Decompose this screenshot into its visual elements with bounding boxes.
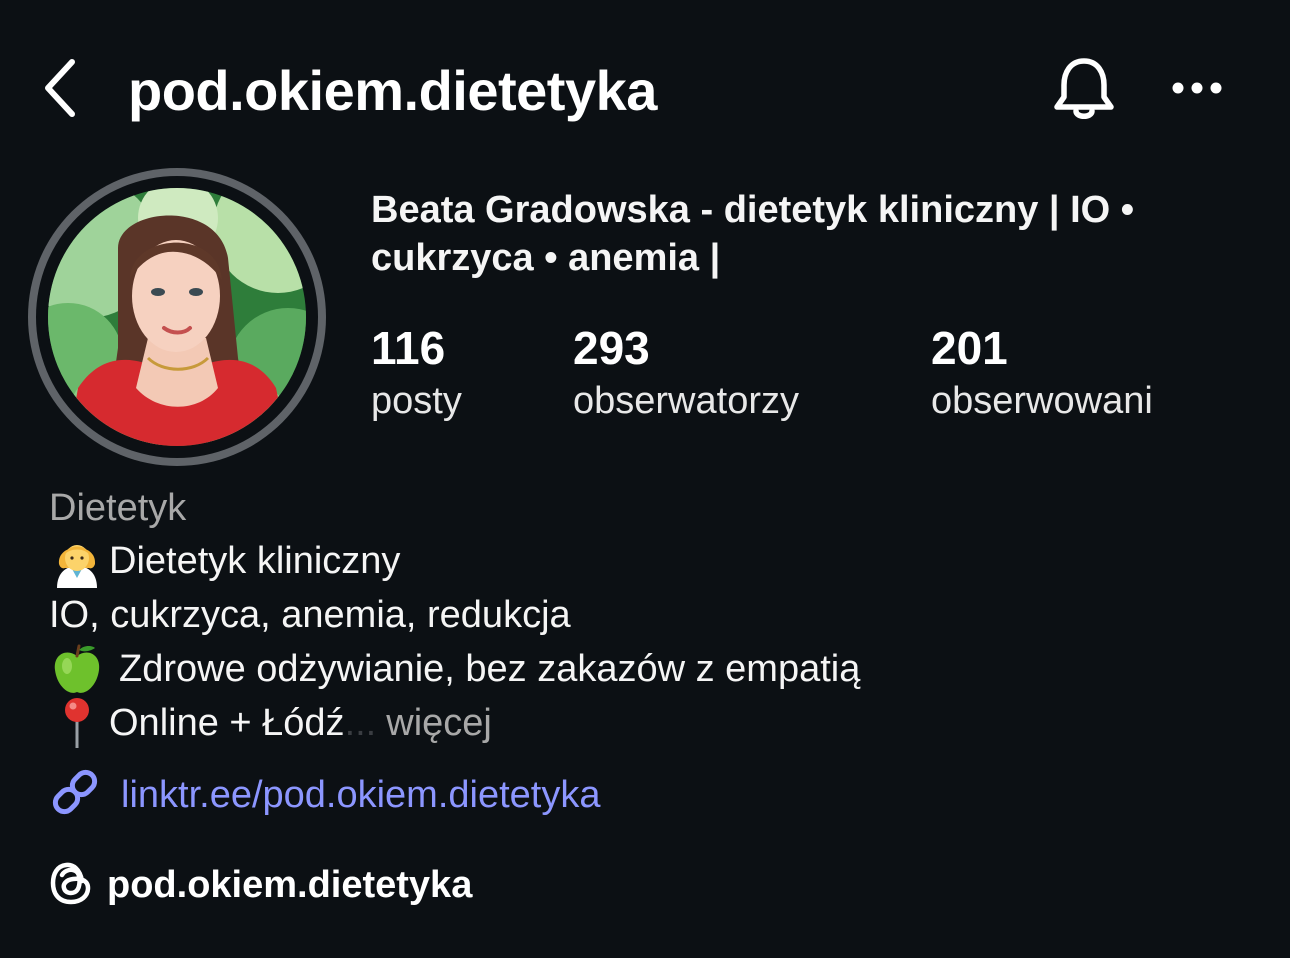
threads-icon bbox=[49, 859, 93, 912]
green-apple-emoji bbox=[49, 642, 105, 696]
stat-followers-value: 293 bbox=[573, 322, 650, 374]
bell-icon bbox=[1052, 55, 1116, 130]
chevron-left-icon bbox=[40, 58, 80, 123]
profile-username: pod.okiem.dietetyka bbox=[128, 59, 657, 122]
bio-text-1: Dietetyk kliniczny bbox=[109, 540, 401, 582]
stat-followers-label: obserwatorzy bbox=[573, 380, 799, 422]
profile-photo bbox=[48, 188, 306, 446]
stat-posts-value: 116 bbox=[371, 322, 446, 374]
notifications-button[interactable] bbox=[1046, 54, 1122, 130]
stat-following-value: 201 bbox=[931, 322, 1008, 374]
round-pushpin-emoji bbox=[49, 696, 105, 750]
stat-posts[interactable]: 116 posty bbox=[371, 318, 462, 424]
bio-text-4: Online + Łódź bbox=[109, 702, 345, 744]
bio-link[interactable]: linktr.ee/pod.okiem.dietetyka bbox=[49, 766, 601, 823]
avatar[interactable] bbox=[28, 168, 326, 466]
stat-posts-label: posty bbox=[371, 380, 462, 422]
more-options-button[interactable] bbox=[1160, 60, 1234, 120]
woman-health-worker-emoji bbox=[49, 534, 105, 588]
more-horizontal-icon bbox=[1170, 80, 1224, 101]
bio-line-1: Dietetyk kliniczny bbox=[49, 534, 400, 588]
bio-line-2: IO, cukrzyca, anemia, redukcja bbox=[49, 588, 571, 642]
threads-badge[interactable]: pod.okiem.dietetyka bbox=[49, 858, 472, 912]
bio-line-3: Zdrowe odżywianie, bez zakazów z empatią bbox=[49, 642, 860, 696]
bio-line-4: Online + Łódź ... więcej bbox=[49, 696, 492, 750]
stat-following-label: obserwowani bbox=[931, 380, 1153, 422]
back-button[interactable] bbox=[34, 58, 86, 122]
bio-more-link[interactable]: więcej bbox=[386, 696, 492, 750]
bio-text-2: IO, cukrzyca, anemia, redukcja bbox=[49, 594, 571, 636]
profile-category: Dietetyk bbox=[49, 487, 187, 529]
threads-username: pod.okiem.dietetyka bbox=[107, 864, 473, 906]
profile-full-name: Beata Gradowska - dietetyk kliniczny | I… bbox=[371, 189, 1135, 279]
link-icon bbox=[49, 766, 101, 823]
stat-following[interactable]: 201 obserwowani bbox=[931, 318, 1153, 424]
bio-ellipsis: ... bbox=[344, 702, 377, 744]
stat-followers[interactable]: 293 obserwatorzy bbox=[573, 318, 799, 424]
link-text: linktr.ee/pod.okiem.dietetyka bbox=[121, 773, 601, 816]
bio-text-3: Zdrowe odżywianie, bez zakazów z empatią bbox=[119, 648, 861, 690]
